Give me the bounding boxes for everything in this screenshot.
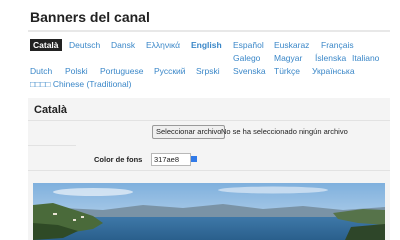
banner-preview-image bbox=[33, 183, 385, 240]
language-link-chinese-traditional[interactable]: □□□□ Chinese (Traditional) bbox=[30, 79, 131, 89]
language-link-russian[interactable]: Русский bbox=[154, 66, 186, 76]
panel-title: Català bbox=[34, 104, 68, 116]
language-link-dutch[interactable]: Dutch bbox=[30, 66, 52, 76]
language-link-dansk[interactable]: Dansk bbox=[111, 40, 135, 50]
page-title: Banners del canal bbox=[30, 9, 150, 25]
language-link-svenska[interactable]: Svenska bbox=[233, 66, 266, 76]
language-link-srpski[interactable]: Srpski bbox=[196, 66, 220, 76]
language-link-magyar[interactable]: Magyar bbox=[274, 53, 302, 63]
file-select-button[interactable]: Seleccionar archivo bbox=[152, 125, 226, 139]
color-swatch[interactable] bbox=[191, 156, 197, 162]
language-link-catala[interactable]: Català bbox=[30, 39, 62, 51]
language-link-polski[interactable]: Polski bbox=[65, 66, 88, 76]
language-link-greek[interactable]: Ελληνικά bbox=[146, 40, 180, 50]
title-divider bbox=[28, 30, 390, 32]
language-link-espanol[interactable]: Español bbox=[233, 40, 264, 50]
file-status-text: No se ha seleccionado ningún archivo bbox=[221, 127, 348, 136]
language-link-deutsch[interactable]: Deutsch bbox=[69, 40, 100, 50]
language-link-english[interactable]: English bbox=[191, 40, 222, 50]
panel-divider bbox=[28, 145, 76, 146]
language-link-euskaraz[interactable]: Euskaraz bbox=[274, 40, 309, 50]
language-link-italiano[interactable]: Italiano bbox=[352, 53, 379, 63]
language-link-islenska[interactable]: Íslenska bbox=[315, 53, 346, 63]
language-link-portuguese[interactable]: Portuguese bbox=[100, 66, 143, 76]
language-link-francais[interactable]: Français bbox=[321, 40, 354, 50]
language-link-galego[interactable]: Galego bbox=[233, 53, 260, 63]
background-color-label: Color de fons bbox=[94, 155, 143, 164]
language-link-turkce[interactable]: Türkçe bbox=[274, 66, 300, 76]
language-link-ukrainian[interactable]: Українська bbox=[312, 66, 355, 76]
background-color-input[interactable]: 317ae8 bbox=[151, 153, 191, 166]
panel-divider bbox=[28, 120, 390, 121]
panel-divider bbox=[28, 170, 390, 171]
